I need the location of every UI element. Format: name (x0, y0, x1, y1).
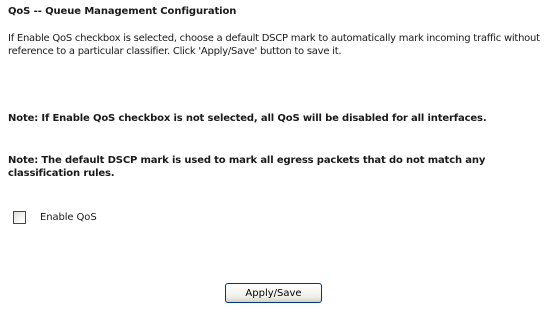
page-description: If Enable QoS checkbox is selected, choo… (8, 33, 540, 57)
enable-qos-label: Enable QoS (40, 212, 97, 223)
enable-qos-row: Enable QoS (13, 211, 97, 224)
note-qos-disabled: Note: If Enable QoS checkbox is not sele… (8, 113, 487, 124)
note-default-dscp: Note: The default DSCP mark is used to m… (8, 155, 486, 179)
enable-qos-checkbox[interactable] (13, 211, 26, 224)
qos-config-page: QoS -- Queue Management Configuration If… (8, 6, 544, 179)
apply-save-button[interactable]: Apply/Save (225, 283, 322, 303)
page-title: QoS -- Queue Management Configuration (8, 6, 237, 17)
